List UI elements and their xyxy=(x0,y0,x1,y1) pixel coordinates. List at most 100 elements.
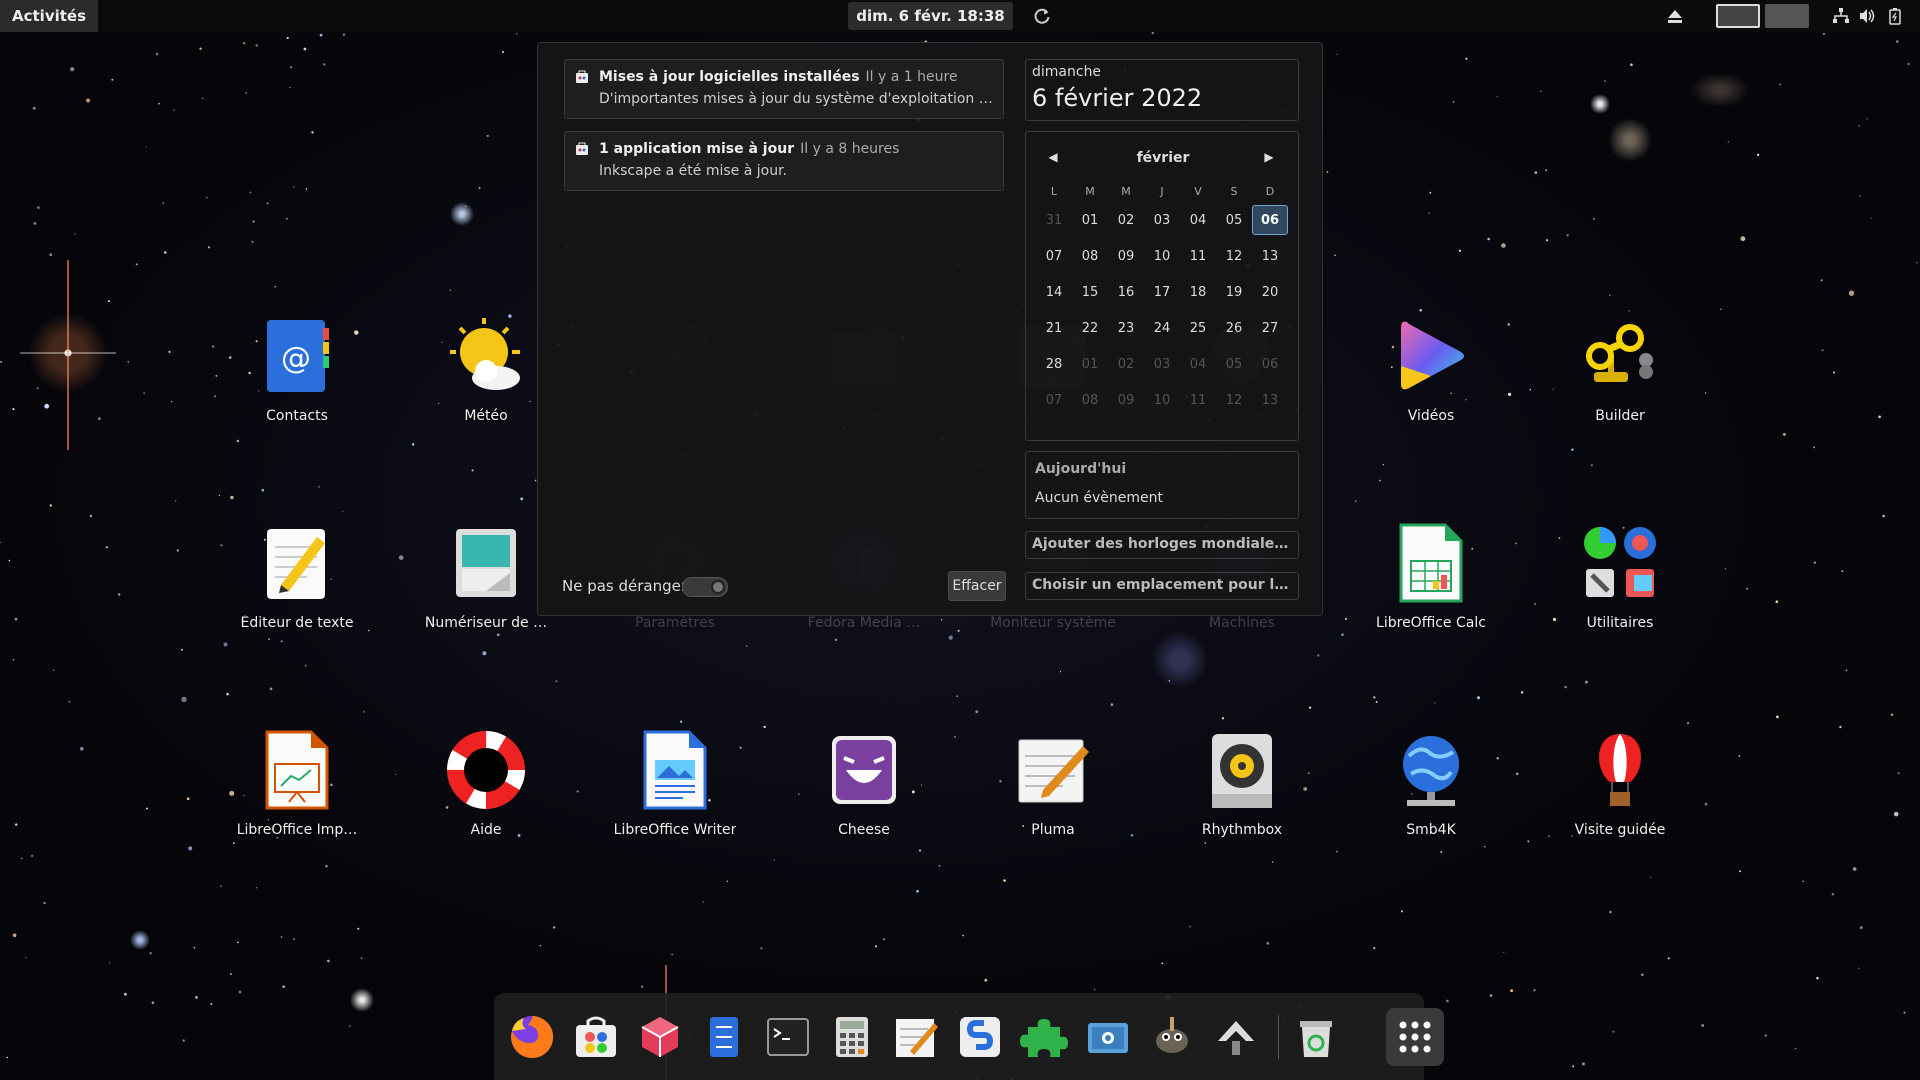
calendar-day[interactable]: 10 xyxy=(1144,238,1180,274)
app-help[interactable]: Aide xyxy=(411,730,561,850)
settings-tweak-icon[interactable] xyxy=(956,1013,1004,1061)
calendar-day[interactable]: 18 xyxy=(1180,274,1216,310)
calendar-day[interactable]: 09 xyxy=(1108,238,1144,274)
calendar-day[interactable]: 28 xyxy=(1036,346,1072,382)
calendar-day[interactable]: 03 xyxy=(1144,202,1180,238)
previous-month-icon[interactable]: ◀ xyxy=(1046,150,1060,164)
calendar-day[interactable]: 31 xyxy=(1036,202,1072,238)
calendar-day[interactable]: 10 xyxy=(1144,382,1180,418)
network-icon[interactable] xyxy=(1832,7,1850,25)
app-utilities[interactable]: Utilitaires xyxy=(1545,523,1695,643)
app-text-editor[interactable]: Éditeur de texte xyxy=(222,523,372,643)
calendar-day[interactable]: 11 xyxy=(1180,238,1216,274)
calendar-day[interactable]: 26 xyxy=(1216,310,1252,346)
calendar-day[interactable]: 20 xyxy=(1252,274,1288,310)
calendar-day[interactable]: 02 xyxy=(1108,346,1144,382)
extensions-icon[interactable] xyxy=(1020,1013,1068,1061)
workspace-1[interactable] xyxy=(1716,4,1760,28)
calendar-day[interactable]: 12 xyxy=(1216,238,1252,274)
weather-location-button[interactable]: Choisir un emplacement pour la mét… xyxy=(1025,572,1299,600)
software-icon[interactable] xyxy=(572,1013,620,1061)
do-not-disturb-label: Ne pas déranger xyxy=(562,577,688,595)
calendar-day[interactable]: 06 xyxy=(1252,346,1288,382)
calendar-day[interactable]: 07 xyxy=(1036,382,1072,418)
rhythmbox-icon xyxy=(1202,730,1282,810)
calendar-day[interactable]: 22 xyxy=(1072,310,1108,346)
calendar-day[interactable]: 13 xyxy=(1252,238,1288,274)
date-header[interactable]: dimanche 6 février 2022 xyxy=(1025,59,1299,121)
app-cheese[interactable]: Cheese xyxy=(789,730,939,850)
clear-notifications-button[interactable]: Effacer xyxy=(948,571,1006,601)
calendar-day[interactable]: 21 xyxy=(1036,310,1072,346)
calendar-day[interactable]: 12 xyxy=(1216,382,1252,418)
calendar-day[interactable]: 02 xyxy=(1108,202,1144,238)
add-world-clocks-button[interactable]: Ajouter des horloges mondiales… xyxy=(1025,531,1299,559)
next-month-icon[interactable]: ▶ xyxy=(1262,150,1276,164)
calendar-day[interactable]: 05 xyxy=(1216,346,1252,382)
terminal-icon[interactable] xyxy=(764,1013,812,1061)
calendar-day[interactable]: 07 xyxy=(1036,238,1072,274)
events-section[interactable]: Aujourd'hui Aucun évènement xyxy=(1025,451,1299,519)
workspace-2[interactable] xyxy=(1765,4,1809,28)
text-editor-icon[interactable] xyxy=(892,1013,940,1061)
clock-button[interactable]: dim. 6 févr. 18:38 xyxy=(848,2,1013,30)
app-label: Numériseur de … xyxy=(424,615,548,631)
calendar-day[interactable]: 01 xyxy=(1072,346,1108,382)
do-not-disturb-toggle[interactable] xyxy=(682,577,728,597)
calendar-day[interactable]: 08 xyxy=(1072,238,1108,274)
impress-icon xyxy=(257,730,337,810)
app-impress[interactable]: LibreOffice Imp… xyxy=(222,730,372,850)
calendar: février ◀ ▶ L M M J V S D 31 01 02 03 04 05 06 07 08 09 1… xyxy=(1025,131,1299,441)
boxes-icon[interactable] xyxy=(636,1013,684,1061)
battery-icon[interactable] xyxy=(1886,7,1904,25)
app-smb4k[interactable]: Smb4K xyxy=(1356,730,1506,850)
calendar-day[interactable]: 09 xyxy=(1108,382,1144,418)
app-tour[interactable]: Visite guidée xyxy=(1545,730,1695,850)
gimp-icon[interactable] xyxy=(1148,1013,1196,1061)
calendar-day[interactable]: 23 xyxy=(1108,310,1144,346)
calendar-day[interactable]: 04 xyxy=(1180,346,1216,382)
show-apps-icon[interactable] xyxy=(1391,1013,1439,1061)
trash-icon[interactable] xyxy=(1292,1013,1340,1061)
calculator-icon[interactable] xyxy=(828,1013,876,1061)
activities-button[interactable]: Activités xyxy=(0,0,99,32)
app-videos[interactable]: Vidéos xyxy=(1356,316,1506,436)
app-writer[interactable]: LibreOffice Writer xyxy=(600,730,750,850)
calendar-day-today[interactable]: 06 xyxy=(1252,205,1288,235)
calendar-day[interactable]: 19 xyxy=(1216,274,1252,310)
reload-icon[interactable] xyxy=(1032,6,1052,26)
weekday-label: D xyxy=(1265,184,1275,198)
weekday-label: L xyxy=(1050,184,1058,198)
app-contacts[interactable]: @ Contacts xyxy=(222,316,372,436)
app-builder[interactable]: Builder xyxy=(1545,316,1695,436)
calendar-day[interactable]: 04 xyxy=(1180,202,1216,238)
calendar-day[interactable]: 08 xyxy=(1072,382,1108,418)
calendar-day[interactable]: 03 xyxy=(1144,346,1180,382)
calendar-day[interactable]: 24 xyxy=(1144,310,1180,346)
firefox-icon[interactable] xyxy=(508,1013,556,1061)
weekday-label: V xyxy=(1194,184,1202,198)
calendar-day[interactable]: 16 xyxy=(1108,274,1144,310)
calendar-day[interactable]: 17 xyxy=(1144,274,1180,310)
notification-updates[interactable]: Mises à jour logicielles installées Il y … xyxy=(564,59,1004,119)
calendar-day[interactable]: 25 xyxy=(1180,310,1216,346)
volume-icon[interactable] xyxy=(1858,7,1876,25)
calendar-day[interactable]: 27 xyxy=(1252,310,1288,346)
app-rhythmbox[interactable]: Rhythmbox xyxy=(1167,730,1317,850)
calendar-day[interactable]: 13 xyxy=(1252,382,1288,418)
screenshot-icon[interactable] xyxy=(1084,1013,1132,1061)
remote-icon[interactable] xyxy=(1212,1013,1260,1061)
calendar-day[interactable]: 15 xyxy=(1072,274,1108,310)
calendar-day[interactable]: 05 xyxy=(1216,202,1252,238)
notification-app-update[interactable]: 1 application mise à jour Il y a 8 heures… xyxy=(564,131,1004,191)
notification-title: 1 application mise à jour xyxy=(599,141,795,157)
builder-icon xyxy=(1580,316,1660,396)
eject-icon[interactable] xyxy=(1666,7,1684,25)
app-label: LibreOffice Imp… xyxy=(236,822,358,838)
calendar-day[interactable]: 11 xyxy=(1180,382,1216,418)
app-calc[interactable]: LibreOffice Calc xyxy=(1356,523,1506,643)
files-icon[interactable] xyxy=(700,1013,748,1061)
calendar-day[interactable]: 01 xyxy=(1072,202,1108,238)
calendar-day[interactable]: 14 xyxy=(1036,274,1072,310)
app-pluma[interactable]: Pluma xyxy=(978,730,1128,850)
